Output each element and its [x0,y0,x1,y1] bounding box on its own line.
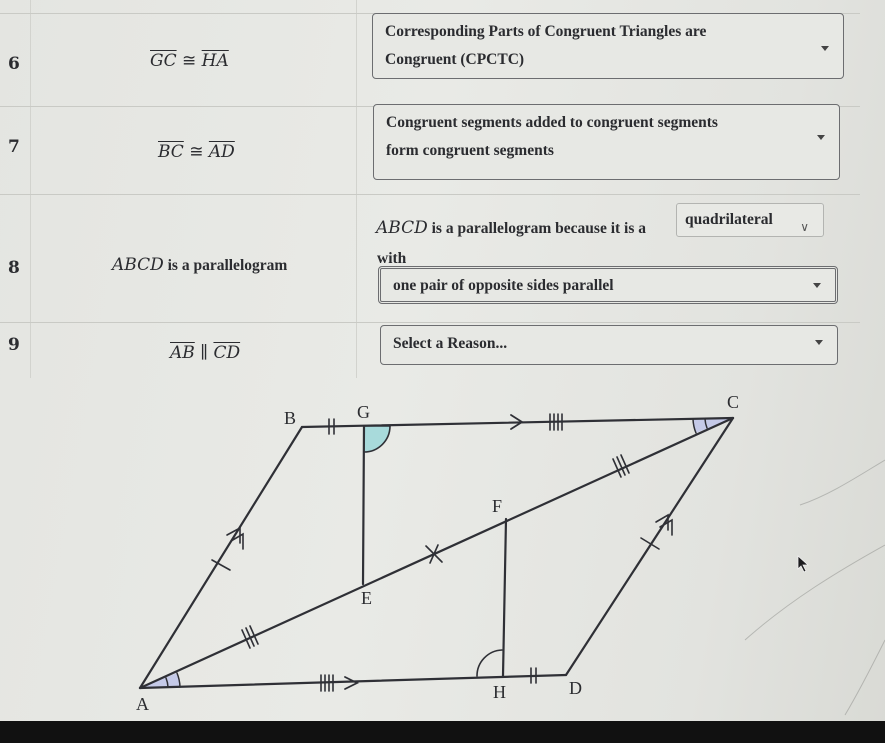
point-label-g: G [357,402,370,422]
parallelogram-diagram: A B C D E F G H [136,392,885,716]
screen-glare [744,459,885,716]
point-label-d: D [569,678,582,698]
point-label-b: B [284,408,296,428]
parallel-arrow [344,676,360,690]
point-label-f: F [492,496,502,516]
parallel-arrow [230,532,244,550]
segment-fh [501,517,508,678]
point-label-h: H [493,682,506,702]
mouse-pointer-icon [797,555,809,573]
triple-tick-fc [612,454,630,478]
point-label-e: E [361,588,372,608]
x-mark [425,544,443,564]
segment-ge [361,424,366,586]
side-ab [138,425,304,690]
triple-tick-ae [241,625,259,649]
point-label-a: A [136,694,149,714]
screen-bezel [0,721,885,743]
point-label-c: C [727,392,739,412]
right-angle-h-arc [476,649,503,677]
